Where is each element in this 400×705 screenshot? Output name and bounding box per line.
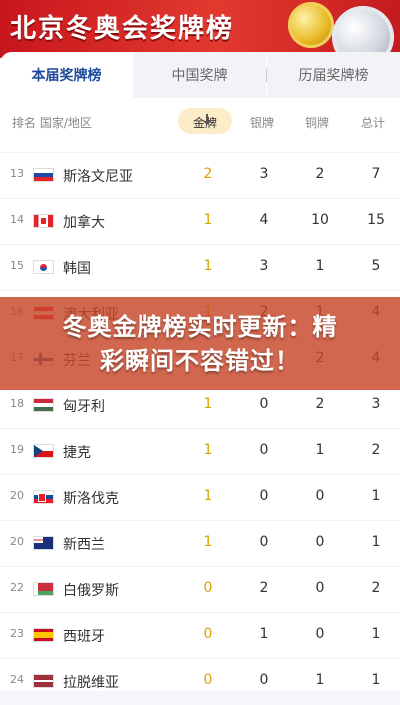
table-row[interactable]: 19 捷克 1 0 1 2 [0, 428, 400, 475]
flag-latvia-icon [33, 674, 54, 688]
silver-medal-icon [332, 6, 394, 58]
rank: 22 [10, 581, 24, 594]
gold-count: 1 [203, 396, 213, 412]
gold-count: 1 [203, 534, 213, 550]
col-bronze[interactable]: 铜牌 [305, 114, 329, 131]
flag-new-zealand-icon [33, 536, 54, 550]
silver-count: 3 [259, 258, 269, 274]
bronze-count: 0 [315, 488, 325, 504]
table-row[interactable]: 20 斯洛伐克 1 0 0 1 [0, 474, 400, 521]
silver-count: 3 [259, 166, 269, 182]
bronze-count: 1 [315, 442, 325, 458]
flag-canada-icon [33, 214, 54, 228]
country-name: 白俄罗斯 [63, 583, 119, 599]
tab-past-medals[interactable]: 历届奖牌榜 [267, 52, 400, 98]
bronze-count: 2 [315, 396, 325, 412]
bronze-count: 0 [315, 626, 325, 642]
country-name: 捷克 [63, 445, 91, 461]
column-header: 排名 国家/地区 金牌 银牌 铜牌 总计 [0, 108, 400, 138]
flag-slovakia-icon [33, 490, 54, 504]
total-count: 5 [371, 258, 381, 274]
gold-medal-icon [288, 2, 334, 48]
rank: 18 [10, 397, 24, 410]
banner-title: 北京冬奥会奖牌榜 [10, 14, 235, 44]
bronze-count: 0 [315, 534, 325, 550]
silver-count: 0 [259, 488, 269, 504]
gold-count: 1 [203, 442, 213, 458]
silver-count: 2 [259, 580, 269, 596]
flag-spain-icon [33, 628, 54, 642]
total-count: 3 [371, 396, 381, 412]
country-name: 拉脱维亚 [63, 675, 119, 691]
tab-china-medals[interactable]: 中国奖牌 [133, 52, 266, 98]
country-name: 匈牙利 [63, 399, 105, 415]
gold-count: 1 [203, 212, 213, 228]
total-count: 1 [371, 626, 381, 642]
caption-line-1: 冬奥金牌榜实时更新：精 [62, 312, 338, 341]
gold-count: 2 [203, 166, 213, 182]
silver-count: 4 [259, 212, 269, 228]
sort-down-icon [202, 114, 211, 125]
bronze-count: 10 [311, 212, 329, 228]
flag-korea-icon [33, 260, 54, 274]
caption-line-2: 彩瞬间不容错过！ [100, 346, 300, 375]
rank: 13 [10, 167, 24, 180]
silver-count: 0 [259, 672, 269, 688]
total-count: 2 [371, 580, 381, 596]
flag-slovenia-icon [33, 168, 54, 182]
flag-czechia-icon [33, 444, 54, 458]
rank: 14 [10, 213, 24, 226]
gold-count: 1 [203, 488, 213, 504]
table-row[interactable]: 23 西班牙 0 1 0 1 [0, 612, 400, 659]
flag-belarus-icon [33, 582, 54, 596]
table-row[interactable]: 20 新西兰 1 0 0 1 [0, 520, 400, 567]
table-row[interactable]: 14 加拿大 1 4 10 15 [0, 198, 400, 245]
total-count: 15 [367, 212, 385, 228]
sort-gold-button[interactable]: 金牌 [178, 108, 232, 134]
col-total[interactable]: 总计 [361, 114, 385, 131]
total-count: 1 [371, 534, 381, 550]
col-silver[interactable]: 银牌 [250, 114, 274, 131]
total-count: 7 [371, 166, 381, 182]
country-name: 斯洛文尼亚 [63, 169, 133, 185]
bronze-count: 2 [315, 166, 325, 182]
gold-count: 0 [203, 580, 213, 596]
table-row[interactable]: 22 白俄罗斯 0 2 0 2 [0, 566, 400, 613]
col-rank-country: 排名 国家/地区 [12, 116, 92, 130]
gold-count: 0 [203, 626, 213, 642]
country-name: 新西兰 [63, 537, 105, 553]
table-row[interactable]: 24 拉脱维亚 0 0 1 1 [0, 658, 400, 705]
silver-count: 0 [259, 534, 269, 550]
country-name: 斯洛伐克 [63, 491, 119, 507]
table-row[interactable]: 15 韩国 1 3 1 5 [0, 244, 400, 291]
bronze-count: 0 [315, 580, 325, 596]
total-count: 2 [371, 442, 381, 458]
flag-hungary-icon [33, 398, 54, 412]
silver-count: 1 [259, 626, 269, 642]
country-name: 韩国 [63, 261, 91, 277]
total-count: 1 [371, 488, 381, 504]
bronze-count: 1 [315, 672, 325, 688]
banner: 北京冬奥会奖牌榜 [0, 0, 400, 58]
bronze-count: 1 [315, 258, 325, 274]
country-name: 加拿大 [63, 215, 105, 231]
total-count: 1 [371, 672, 381, 688]
gold-count: 0 [203, 672, 213, 688]
table-row[interactable]: 13 斯洛文尼亚 2 3 2 7 [0, 152, 400, 199]
tab-bar: 本届奖牌榜 中国奖牌 历届奖牌榜 [0, 52, 400, 98]
rank: 15 [10, 259, 24, 272]
silver-count: 0 [259, 396, 269, 412]
silver-count: 0 [259, 442, 269, 458]
rank: 20 [10, 535, 24, 548]
rank: 24 [10, 673, 24, 686]
gold-count: 1 [203, 258, 213, 274]
rank: 23 [10, 627, 24, 640]
country-name: 西班牙 [63, 629, 105, 645]
rank: 20 [10, 489, 24, 502]
rank: 19 [10, 443, 24, 456]
tab-current-medals[interactable]: 本届奖牌榜 [0, 52, 133, 98]
caption-overlay: 冬奥金牌榜实时更新：精 彩瞬间不容错过！ [0, 297, 400, 390]
